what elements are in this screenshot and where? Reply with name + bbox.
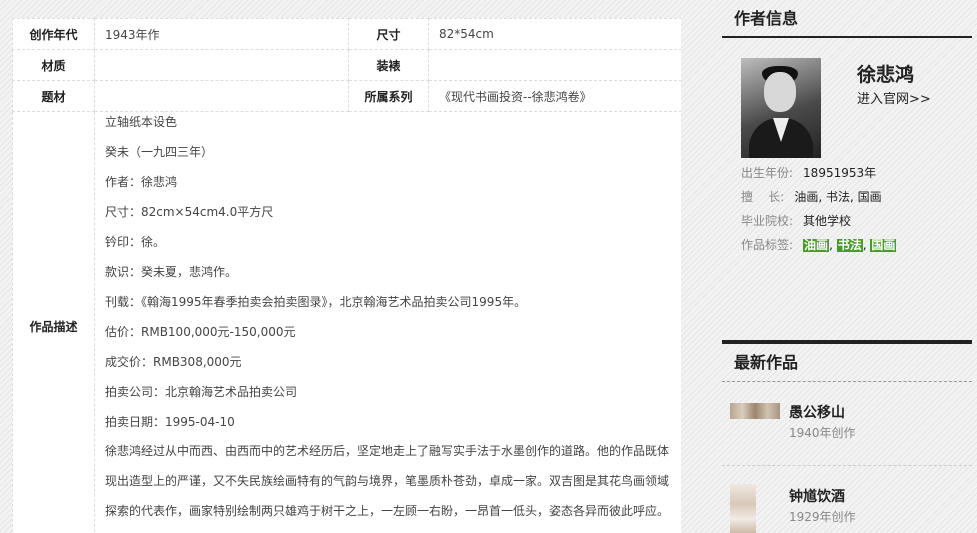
work-year: 1940年创作 (789, 426, 856, 440)
official-site-link[interactable]: 进入官网>> (857, 88, 931, 107)
author-info-box: 作者信息 徐悲鸿 进入官网>> 出生年份: 18951953年 擅 长: 油画, 书… (722, 0, 972, 274)
subject-label: 题材 (12, 80, 95, 112)
table-row: 作品描述 立轴纸本设色 癸未（一九四三年） 作者：徐悲鸿 尺寸：82cm×54c… (12, 111, 681, 533)
work-title[interactable]: 钟馗饮酒 (789, 486, 845, 506)
mount-value (428, 49, 681, 81)
birth-row: 出生年份: 18951953年 (741, 164, 876, 181)
work-title[interactable]: 愚公移山 (789, 402, 845, 422)
author-card: 徐悲鸿 进入官网>> 出生年份: 18951953年 擅 长: 油画, 书法, 国画… (722, 38, 972, 274)
author-photo[interactable] (741, 58, 821, 158)
desc-line: 拍卖公司：北京翰海艺术品拍卖公司 (105, 385, 298, 399)
tags-label: 作品标签: (741, 238, 794, 252)
work-thumbnail[interactable] (730, 403, 780, 419)
series-label: 所属系列 (348, 80, 429, 112)
artwork-info-table: 创作年代 1943年作 尺寸 82*54cm 材质 装裱 题材 所属系列 《现代… (12, 18, 681, 533)
author-name: 徐悲鸿 (857, 64, 915, 86)
work-thumbnail[interactable] (730, 484, 756, 533)
tag-link[interactable]: 油画 (803, 239, 830, 252)
author-info-heading: 作者信息 (722, 0, 972, 38)
desc-line: 尺寸：82cm×54cm4.0平方尺 (105, 205, 274, 219)
school-value: 其他学校 (803, 214, 852, 228)
artwork-detail-panel: 创作年代 1943年作 尺寸 82*54cm 材质 装裱 题材 所属系列 《现代… (12, 18, 681, 533)
desc-line: 癸未（一九四三年） (105, 145, 214, 159)
desc-line: 作者：徐悲鸿 (105, 175, 178, 189)
desc-line: 立轴纸本设色 (105, 115, 178, 129)
birth-value: 18951953年 (803, 166, 877, 180)
desc-line: 刊载：《翰海1995年春季拍卖会拍卖图录》，北京翰海艺术品拍卖公司1995年。 (105, 295, 527, 309)
desc-line: 钤印：徐。 (105, 235, 166, 249)
size-label: 尺寸 (348, 18, 429, 50)
table-row: 材质 装裱 (12, 49, 681, 81)
birth-label: 出生年份: (741, 166, 794, 180)
description-content: 立轴纸本设色 癸未（一九四三年） 作者：徐悲鸿 尺寸：82cm×54cm4.0平… (94, 111, 681, 533)
desc-paragraph: 徐悲鸿经过从中而西、由西而中的艺术经历后，坚定地走上了融写实手法于水墨创作的道路… (105, 436, 671, 526)
material-value (94, 49, 349, 81)
desc-paragraph-line: 探索的代表作，画家特别绘制两只雄鸡于树干之上，一左顾一右盼，一昂首一低头，姿态各… (105, 504, 670, 518)
sidebar: 作者信息 徐悲鸿 进入官网>> 出生年份: 18951953年 擅 长: 油画, 书… (722, 0, 972, 533)
school-label: 毕业院校: (741, 214, 794, 228)
year-value: 1943年作 (94, 18, 349, 50)
desc-line: 成交价：RMB308,000元 (105, 355, 242, 369)
tag-link[interactable]: 国画 (870, 239, 897, 252)
table-row: 题材 所属系列 《现代书画投资--徐悲鸿卷》 (12, 80, 681, 112)
work-item[interactable]: 钟馗饮酒 1929年创作 (722, 466, 972, 533)
latest-works-heading: 最新作品 (722, 344, 972, 382)
series-link[interactable]: 《现代书画投资--徐悲鸿卷》 (428, 80, 681, 112)
table-row: 创作年代 1943年作 尺寸 82*54cm (12, 18, 681, 50)
desc-line: 估价：RMB100,000元-150,000元 (105, 325, 296, 339)
skill-value: 油画, 书法, 国画 (794, 190, 882, 204)
work-item[interactable]: 愚公移山 1940年创作 (722, 382, 972, 466)
skill-label: 擅 长: (741, 190, 785, 204)
latest-works-box: 最新作品 愚公移山 1940年创作 钟馗饮酒 1929年创作 (722, 340, 972, 533)
work-year: 1929年创作 (789, 510, 856, 524)
year-label: 创作年代 (12, 18, 95, 50)
tags-row: 作品标签: 油画, 书法, 国画 (741, 238, 897, 252)
desc-paragraph-line: 现出造型上的严谨，又不失民族绘画特有的气韵与境界，笔墨质朴苍劲，卓成一家。双吉图… (105, 474, 670, 488)
subject-value (94, 80, 349, 112)
desc-line: 款识：癸未夏，悲鸿作。 (105, 265, 238, 279)
size-value: 82*54cm (428, 18, 681, 50)
tag-link[interactable]: 书法 (836, 239, 863, 252)
material-label: 材质 (12, 49, 95, 81)
school-row: 毕业院校: 其他学校 (741, 212, 851, 229)
mount-label: 装裱 (348, 49, 429, 81)
skill-row: 擅 长: 油画, 书法, 国画 (741, 188, 882, 205)
desc-paragraph-line: 徐悲鸿经过从中而西、由西而中的艺术经历后，坚定地走上了融写实手法于水墨创作的道路… (105, 444, 670, 458)
description-label: 作品描述 (12, 111, 95, 533)
